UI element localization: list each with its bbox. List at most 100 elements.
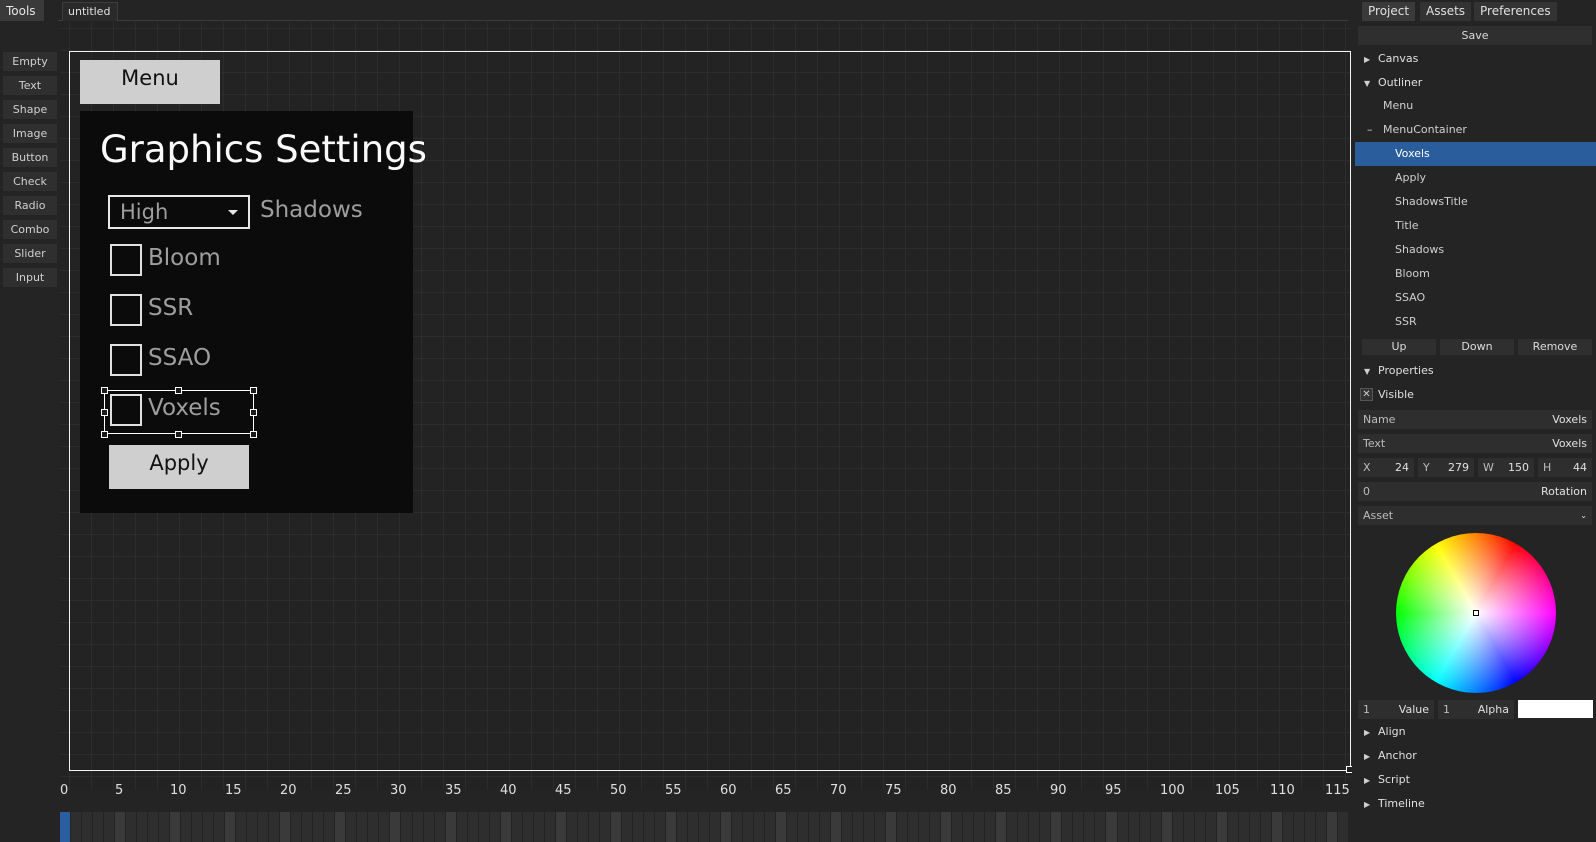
timeline-frame[interactable]	[269, 812, 281, 842]
shadows-combo-element[interactable]: High	[108, 195, 250, 229]
tool-slider-button[interactable]: Slider	[3, 244, 57, 263]
timeline-frame[interactable]	[456, 812, 468, 842]
timeline-frame[interactable]	[654, 812, 666, 842]
tool-image-button[interactable]: Image	[3, 124, 57, 143]
timeline-frame[interactable]	[522, 812, 534, 842]
timeline-frame[interactable]	[930, 812, 942, 842]
section-script[interactable]: ▶ Script	[1364, 773, 1410, 786]
outline-item-menucontainer[interactable]: – MenuContainer	[1355, 118, 1596, 142]
timeline-frame[interactable]	[434, 812, 446, 842]
timeline-frame[interactable]	[632, 812, 644, 842]
tool-text-button[interactable]: Text	[3, 76, 57, 95]
remove-button[interactable]: Remove	[1518, 339, 1592, 355]
timeline-frame[interactable]	[159, 812, 171, 842]
resize-handle-bottom[interactable]	[175, 431, 182, 438]
timeline-frame[interactable]	[258, 812, 270, 842]
timeline-frame[interactable]	[544, 812, 556, 842]
timeline-frame[interactable]	[1315, 812, 1327, 842]
asset-select[interactable]: Asset ⌄	[1358, 506, 1592, 525]
timeline-frame[interactable]	[115, 812, 127, 842]
timeline-frame[interactable]	[698, 812, 710, 842]
timeline-frame[interactable]	[324, 812, 336, 842]
timeline-frame[interactable]	[853, 812, 865, 842]
timeline-frame[interactable]	[93, 812, 105, 842]
timeline-frame[interactable]	[720, 812, 732, 842]
timeline-frame[interactable]	[1029, 812, 1041, 842]
timeline-frame[interactable]	[181, 812, 193, 842]
section-canvas[interactable]: ▶ Canvas	[1364, 52, 1418, 65]
timeline-frame[interactable]	[665, 812, 677, 842]
timeline-frame[interactable]	[1084, 812, 1096, 842]
timeline-frame[interactable]	[1194, 812, 1206, 842]
tab-preferences[interactable]: Preferences	[1474, 2, 1557, 21]
timeline-frame[interactable]	[445, 812, 457, 842]
timeline-frame[interactable]	[423, 812, 435, 842]
resize-handle-top-right[interactable]	[250, 387, 257, 394]
timeline-frame[interactable]	[974, 812, 986, 842]
timeline-frame[interactable]	[1337, 812, 1349, 842]
resize-handle-bottom-right[interactable]	[250, 431, 257, 438]
timeline-frame[interactable]	[875, 812, 887, 842]
tool-combo-button[interactable]: Combo	[3, 220, 57, 239]
timeline-frame[interactable]	[1205, 812, 1217, 842]
tool-button-button[interactable]: Button	[3, 148, 57, 167]
timeline-frames[interactable]	[60, 812, 1350, 842]
timeline-frame[interactable]	[401, 812, 413, 842]
text-field[interactable]: Text Voxels	[1358, 434, 1592, 453]
timeline-frame[interactable]	[1304, 812, 1316, 842]
section-timeline[interactable]: ▶ Timeline	[1364, 797, 1425, 810]
resize-handle-bottom-left[interactable]	[101, 431, 108, 438]
timeline-frame[interactable]	[897, 812, 909, 842]
timeline-frame[interactable]	[1062, 812, 1074, 842]
timeline-frame[interactable]	[412, 812, 424, 842]
apply-button-element[interactable]: Apply	[109, 445, 249, 489]
color-picker-marker[interactable]	[1473, 610, 1479, 616]
timeline-frame[interactable]	[709, 812, 721, 842]
timeline-frame[interactable]	[776, 812, 788, 842]
outline-item-bloom[interactable]: Bloom	[1355, 262, 1596, 286]
timeline-frame[interactable]	[214, 812, 226, 842]
timeline-frame[interactable]	[1128, 812, 1140, 842]
timeline-frame[interactable]	[247, 812, 259, 842]
timeline-frame[interactable]	[170, 812, 182, 842]
section-outliner[interactable]: ▼ Outliner	[1364, 76, 1422, 89]
timeline-frame[interactable]	[1238, 812, 1250, 842]
timeline-frame[interactable]	[1282, 812, 1294, 842]
value-field[interactable]: 1 Value	[1358, 700, 1434, 719]
timeline-frame[interactable]	[952, 812, 964, 842]
timeline-frame[interactable]	[599, 812, 611, 842]
tool-check-button[interactable]: Check	[3, 172, 57, 191]
timeline-frame[interactable]	[996, 812, 1008, 842]
resize-handle-top-left[interactable]	[101, 387, 108, 394]
timeline-frame[interactable]	[1117, 812, 1129, 842]
timeline-frame[interactable]	[753, 812, 765, 842]
timeline-frame[interactable]	[203, 812, 215, 842]
timeline-frame[interactable]	[511, 812, 523, 842]
timeline-frame[interactable]	[1106, 812, 1118, 842]
tab-project[interactable]: Project	[1362, 2, 1416, 21]
timeline-frame[interactable]	[820, 812, 832, 842]
timeline-frame[interactable]	[908, 812, 920, 842]
resize-handle-left[interactable]	[101, 409, 108, 416]
timeline-frame[interactable]	[555, 812, 567, 842]
timeline-frame[interactable]	[742, 812, 754, 842]
h-field[interactable]: H 44	[1538, 458, 1592, 477]
timeline-frame[interactable]	[765, 812, 777, 842]
timeline-frame[interactable]	[1161, 812, 1173, 842]
y-field[interactable]: Y 279	[1418, 458, 1474, 477]
timeline-frame[interactable]	[126, 812, 138, 842]
timeline-frame[interactable]	[82, 812, 94, 842]
outline-item-apply[interactable]: Apply	[1355, 166, 1596, 190]
timeline-frame[interactable]	[1172, 812, 1184, 842]
resize-handle-top[interactable]	[175, 387, 182, 394]
timeline-frame[interactable]	[60, 812, 72, 842]
timeline-frame[interactable]	[831, 812, 843, 842]
outline-item-ssr[interactable]: SSR	[1355, 310, 1596, 334]
outline-item-ssao[interactable]: SSAO	[1355, 286, 1596, 310]
outline-item-menu[interactable]: Menu	[1355, 94, 1596, 118]
timeline-frame[interactable]	[236, 812, 248, 842]
timeline-frame[interactable]	[368, 812, 380, 842]
timeline-frame[interactable]	[1073, 812, 1085, 842]
tool-radio-button[interactable]: Radio	[3, 196, 57, 215]
tool-empty-button[interactable]: Empty	[3, 52, 57, 71]
